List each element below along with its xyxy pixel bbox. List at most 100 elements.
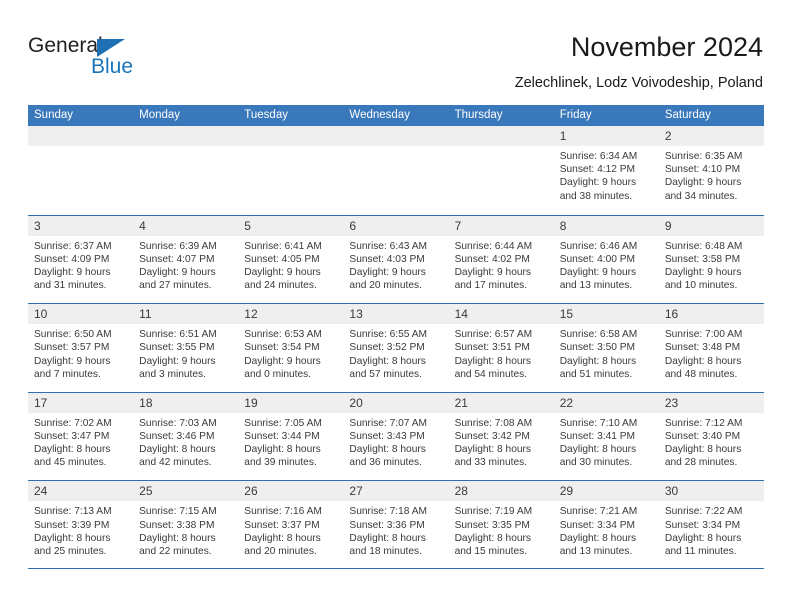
day-number: 19 bbox=[238, 392, 344, 413]
day-number: 14 bbox=[448, 304, 554, 325]
day-cell[interactable]: 10 Sunrise: 6:50 AM Sunset: 3:57 PM Dayligh… bbox=[28, 304, 134, 392]
day-number: 2 bbox=[658, 126, 764, 146]
daylight-line-1: Daylight: 9 hours bbox=[34, 355, 111, 367]
daylight-line-2: and 39 minutes. bbox=[244, 457, 317, 469]
day-number: 10 bbox=[28, 304, 134, 325]
day-cell[interactable]: 1 Sunrise: 6:34 AM Sunset: 4:12 PM Daylight… bbox=[553, 126, 659, 215]
day-number: 5 bbox=[238, 215, 344, 236]
sunset-time: Sunset: 4:09 PM bbox=[34, 253, 110, 265]
sunset-time: Sunset: 3:58 PM bbox=[664, 253, 741, 265]
daylight-line-1: Daylight: 9 hours bbox=[454, 267, 532, 278]
day-cell[interactable]: 27 Sunrise: 7:18 AM Sunset: 3:36 PM Dayligh… bbox=[343, 481, 449, 569]
day-cell[interactable]: 2 Sunrise: 6:35 AM Sunset: 4:10 PM Daylight… bbox=[658, 126, 764, 215]
day-cell[interactable]: 3 Sunrise: 6:37 AM Sunset: 4:09 PM Daylight… bbox=[28, 215, 134, 304]
sunset-time: Sunset: 3:50 PM bbox=[559, 342, 636, 354]
daylight-line-2: and 27 minutes. bbox=[139, 280, 212, 292]
sunrise-time: Sunrise: 7:03 AM bbox=[139, 417, 217, 429]
day-cell-empty bbox=[448, 126, 554, 215]
daylight-line-2: and 34 minutes. bbox=[664, 190, 738, 202]
weekday-header-friday: Friday bbox=[559, 109, 592, 121]
daylight-line-2: and 22 minutes. bbox=[139, 545, 212, 557]
daylight-line-1: Daylight: 9 hours bbox=[34, 267, 111, 278]
daylight-line-1: Daylight: 8 hours bbox=[664, 444, 742, 456]
day-number: 16 bbox=[658, 304, 764, 325]
generalblue-logo[interactable]: General Blue bbox=[28, 34, 208, 82]
sunrise-time: Sunrise: 6:58 AM bbox=[559, 329, 638, 341]
daylight-line-1: Daylight: 9 hours bbox=[664, 267, 742, 278]
day-cell[interactable]: 15 Sunrise: 6:58 AM Sunset: 3:50 PM Dayligh… bbox=[553, 304, 659, 392]
day-cell[interactable]: 13 Sunrise: 6:55 AM Sunset: 3:52 PM Dayligh… bbox=[343, 304, 449, 392]
day-cell[interactable]: 7 Sunrise: 6:44 AM Sunset: 4:02 PM Daylight… bbox=[448, 215, 554, 304]
day-number bbox=[238, 126, 344, 146]
daylight-line-1: Daylight: 8 hours bbox=[559, 532, 637, 544]
sunset-time: Sunset: 3:40 PM bbox=[664, 430, 741, 442]
weekday-header-sunday: Sunday bbox=[34, 109, 74, 121]
day-cell[interactable]: 18 Sunrise: 7:03 AM Sunset: 3:46 PM Dayligh… bbox=[133, 392, 239, 481]
day-number: 30 bbox=[658, 481, 764, 502]
sunrise-time: Sunrise: 7:05 AM bbox=[244, 417, 322, 429]
day-cell[interactable]: 29 Sunrise: 7:21 AM Sunset: 3:34 PM Dayligh… bbox=[553, 481, 659, 569]
daylight-line-2: and 15 minutes. bbox=[454, 545, 528, 557]
daylight-line-2: and 51 minutes. bbox=[559, 368, 633, 380]
daylight-line-2: and 38 minutes. bbox=[559, 190, 633, 202]
weekday-header-monday: Monday bbox=[139, 109, 181, 121]
day-cell[interactable]: 26 Sunrise: 7:16 AM Sunset: 3:37 PM Dayligh… bbox=[238, 481, 344, 569]
week-row: 1 Sunrise: 6:34 AM Sunset: 4:12 PM Daylight… bbox=[28, 126, 764, 215]
day-cell[interactable]: 21 Sunrise: 7:08 AM Sunset: 3:42 PM Dayligh… bbox=[448, 392, 554, 481]
day-cell[interactable]: 9 Sunrise: 6:48 AM Sunset: 3:58 PM Daylight… bbox=[658, 215, 764, 304]
day-cell[interactable]: 8 Sunrise: 6:46 AM Sunset: 4:00 PM Daylight… bbox=[553, 215, 659, 304]
day-sun-info: Sunrise: 6:50 AM Sunset: 3:57 PM Daylight:… bbox=[28, 324, 133, 381]
sunset-time: Sunset: 3:51 PM bbox=[454, 342, 530, 354]
sunrise-time: Sunrise: 7:12 AM bbox=[664, 417, 743, 429]
day-cell[interactable]: 20 Sunrise: 7:07 AM Sunset: 3:43 PM Dayligh… bbox=[343, 392, 449, 481]
day-number: 24 bbox=[28, 481, 134, 502]
calendar-page: General Blue November 2024 Zelechlinek, … bbox=[0, 0, 792, 612]
day-cell[interactable]: 22 Sunrise: 7:10 AM Sunset: 3:41 PM Dayligh… bbox=[553, 392, 659, 481]
daylight-line-2: and 24 minutes. bbox=[244, 280, 317, 292]
daylight-line-2: and 0 minutes. bbox=[244, 368, 312, 380]
day-cell[interactable]: 16 Sunrise: 7:00 AM Sunset: 3:48 PM Dayligh… bbox=[658, 304, 764, 392]
weekday-header-row: Sunday Monday Tuesday Wednesday Thursday Frid… bbox=[28, 105, 764, 126]
sunrise-time: Sunrise: 7:02 AM bbox=[34, 417, 112, 429]
daylight-line-2: and 20 minutes. bbox=[349, 280, 422, 292]
daylight-line-2: and 36 minutes. bbox=[349, 457, 422, 469]
sunrise-time: Sunrise: 6:37 AM bbox=[34, 240, 112, 252]
day-cell[interactable]: 28 Sunrise: 7:19 AM Sunset: 3:35 PM Dayligh… bbox=[448, 481, 554, 569]
day-cell[interactable]: 5 Sunrise: 6:41 AM Sunset: 4:05 PM Daylight… bbox=[238, 215, 344, 304]
sunrise-time: Sunrise: 6:53 AM bbox=[244, 329, 322, 341]
weekday-header-saturday: Saturday bbox=[664, 109, 711, 121]
day-sun-info: Sunrise: 7:15 AM Sunset: 3:38 PM Daylight:… bbox=[133, 501, 238, 558]
daylight-line-1: Daylight: 8 hours bbox=[664, 532, 742, 544]
day-cell[interactable]: 4 Sunrise: 6:39 AM Sunset: 4:07 PM Daylight… bbox=[133, 215, 239, 304]
day-cell[interactable]: 12 Sunrise: 6:53 AM Sunset: 3:54 PM Dayligh… bbox=[238, 304, 344, 392]
sunrise-time: Sunrise: 6:44 AM bbox=[454, 240, 533, 252]
day-cell[interactable]: 24 Sunrise: 7:13 AM Sunset: 3:39 PM Dayligh… bbox=[28, 481, 134, 569]
day-sun-info: Sunrise: 6:41 AM Sunset: 4:05 PM Daylight:… bbox=[238, 236, 343, 293]
sunset-time: Sunset: 4:05 PM bbox=[244, 253, 320, 265]
day-number bbox=[28, 126, 134, 146]
day-cell[interactable]: 23 Sunrise: 7:12 AM Sunset: 3:40 PM Dayligh… bbox=[658, 392, 764, 481]
day-cell[interactable]: 17 Sunrise: 7:02 AM Sunset: 3:47 PM Dayligh… bbox=[28, 392, 134, 481]
sunset-time: Sunset: 3:46 PM bbox=[139, 430, 215, 442]
daylight-line-2: and 11 minutes. bbox=[664, 545, 737, 557]
sunrise-time: Sunrise: 7:21 AM bbox=[559, 506, 638, 518]
daylight-line-1: Daylight: 9 hours bbox=[559, 177, 637, 189]
daylight-line-2: and 30 minutes. bbox=[559, 457, 633, 469]
day-cell[interactable]: 11 Sunrise: 6:51 AM Sunset: 3:55 PM Dayligh… bbox=[133, 304, 239, 392]
sunset-time: Sunset: 3:36 PM bbox=[349, 519, 425, 531]
daylight-line-1: Daylight: 8 hours bbox=[454, 532, 532, 544]
day-cell[interactable]: 30 Sunrise: 7:22 AM Sunset: 3:34 PM Dayligh… bbox=[658, 481, 764, 569]
sunset-time: Sunset: 3:34 PM bbox=[664, 519, 741, 531]
day-sun-info bbox=[343, 146, 448, 150]
day-cell[interactable]: 6 Sunrise: 6:43 AM Sunset: 4:03 PM Daylight… bbox=[343, 215, 449, 304]
day-number: 1 bbox=[553, 126, 659, 146]
day-cell-empty bbox=[28, 126, 134, 215]
daylight-line-2: and 17 minutes. bbox=[454, 280, 528, 292]
day-cell[interactable]: 14 Sunrise: 6:57 AM Sunset: 3:51 PM Dayligh… bbox=[448, 304, 554, 392]
day-cell[interactable]: 19 Sunrise: 7:05 AM Sunset: 3:44 PM Dayligh… bbox=[238, 392, 344, 481]
sunset-time: Sunset: 3:48 PM bbox=[664, 342, 741, 354]
day-cell[interactable]: 25 Sunrise: 7:15 AM Sunset: 3:38 PM Dayligh… bbox=[133, 481, 239, 569]
day-number bbox=[343, 126, 449, 146]
sunrise-time: Sunrise: 7:08 AM bbox=[454, 417, 533, 429]
logo-text-blue: Blue bbox=[91, 55, 134, 78]
